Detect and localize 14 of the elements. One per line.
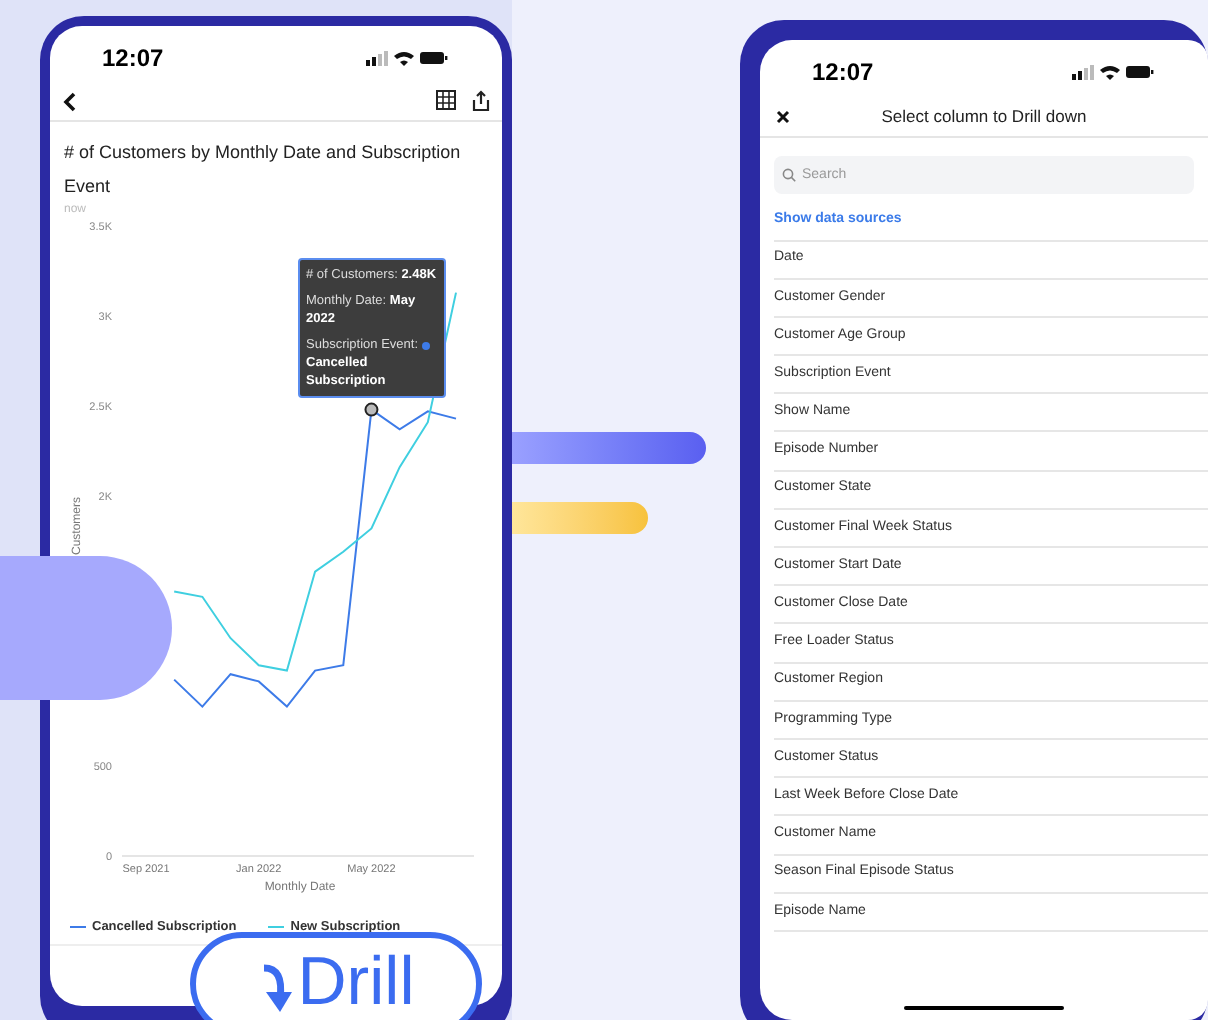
status-time: 12:07 — [812, 56, 874, 90]
status-icons — [1072, 62, 1156, 82]
back-icon[interactable] — [62, 91, 78, 111]
share-icon[interactable] — [472, 90, 490, 112]
screen-title: Select column to Drill down — [881, 103, 1087, 129]
chart-title: # of Customers by Monthly Date and Subscription Event — [64, 140, 463, 200]
close-icon[interactable] — [776, 110, 790, 124]
drill-button[interactable]: Drill — [190, 932, 482, 1020]
status-time: 12:07 — [102, 42, 164, 76]
point-marker — [364, 402, 379, 417]
search-icon — [782, 168, 796, 182]
table-icon[interactable] — [436, 90, 456, 110]
decorative-bar — [512, 502, 648, 534]
status-icons — [366, 48, 450, 68]
